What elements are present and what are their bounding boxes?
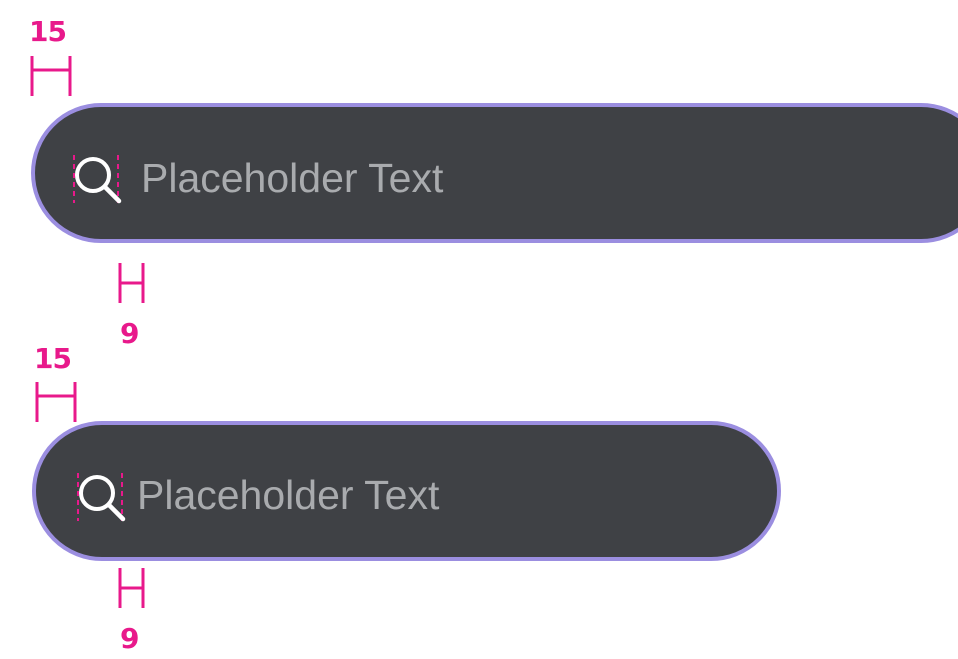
spacing-label-top-compact: 15 [34,342,72,375]
spacing-bracket-top-wide [30,56,72,96]
spacing-bracket-top-compact [35,382,77,422]
spacing-bracket-bottom-wide [118,263,145,303]
search-icon [79,475,126,522]
search-field-wide[interactable]: Placeholder Text [31,103,958,243]
search-placeholder[interactable]: Placeholder Text [137,475,439,516]
spacing-label-bottom-wide: 9 [120,317,140,350]
search-icon [75,157,122,204]
spacing-label-bottom-compact: 9 [120,622,140,655]
search-placeholder[interactable]: Placeholder Text [141,158,443,199]
search-field-compact[interactable]: Placeholder Text [32,421,781,561]
spacing-label-top-wide: 15 [29,15,67,48]
spacing-bracket-bottom-compact [118,568,145,608]
